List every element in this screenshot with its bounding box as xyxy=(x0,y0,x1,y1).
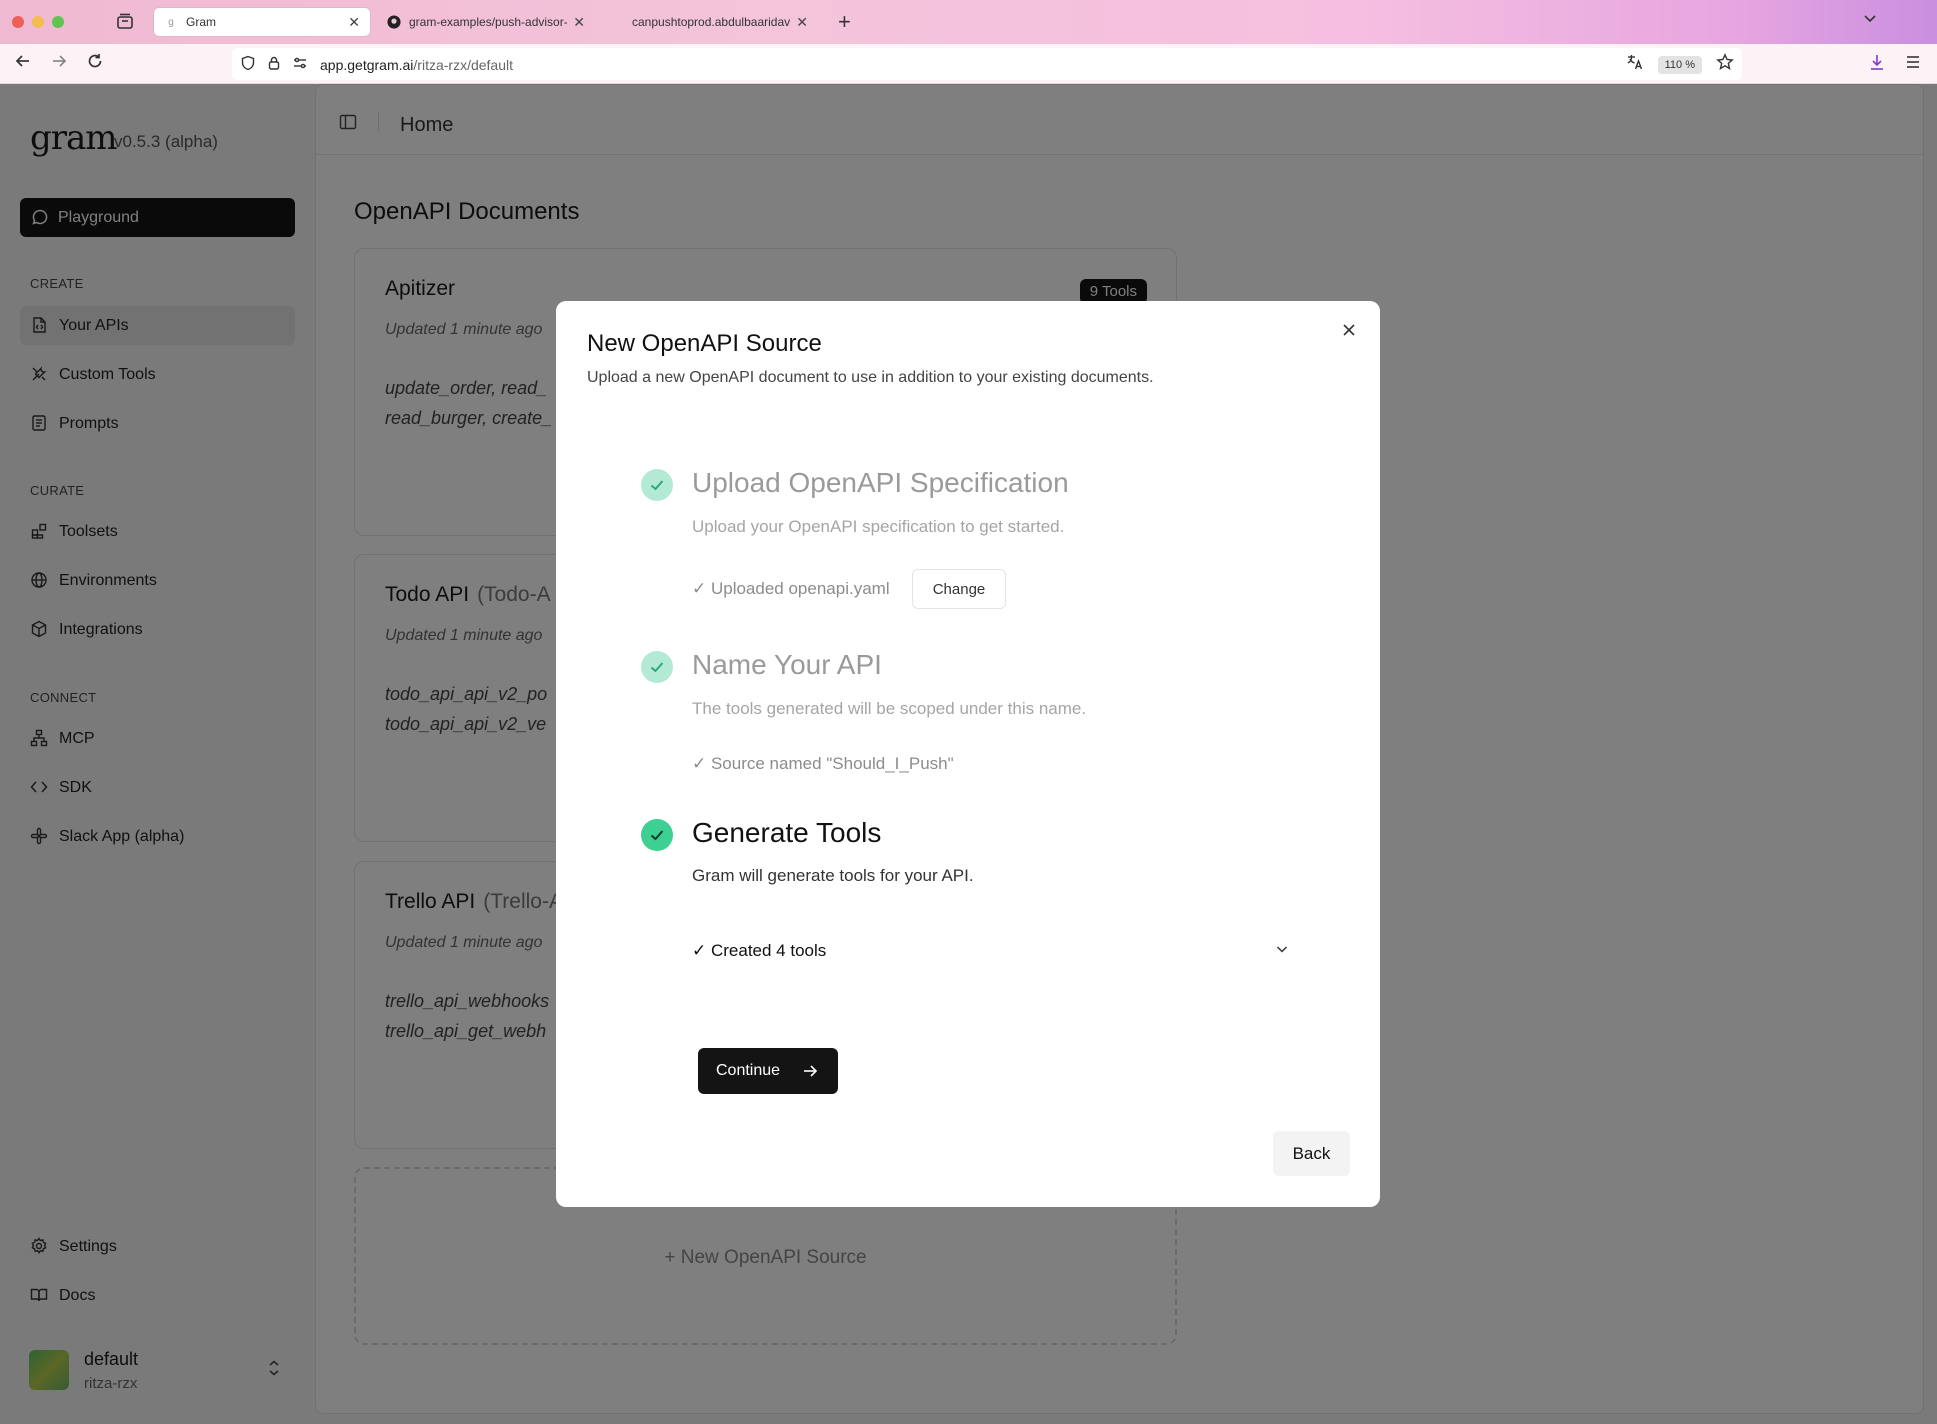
lock-icon[interactable] xyxy=(266,55,282,74)
tab-canpushtoprod[interactable]: canpushtoprod.abdulbaaridavids ✕ xyxy=(600,7,818,37)
github-icon xyxy=(387,15,401,29)
continue-button[interactable]: Continue xyxy=(698,1048,838,1094)
reload-icon[interactable] xyxy=(86,52,104,75)
tab-close-icon[interactable]: ✕ xyxy=(796,14,808,31)
change-file-button[interactable]: Change xyxy=(912,569,1006,609)
site-permissions-icon[interactable] xyxy=(292,55,308,74)
tab-close-icon[interactable]: ✕ xyxy=(573,14,585,31)
step-desc-name: The tools generated will be scoped under… xyxy=(692,699,1087,718)
url-path: /ritza-rzx/default xyxy=(413,57,513,73)
tab-github[interactable]: gram-examples/push-advisor-ai ✕ xyxy=(377,7,595,37)
downloads-icon[interactable] xyxy=(1868,53,1886,76)
tab-title: gram-examples/push-advisor-ai xyxy=(409,15,568,29)
chevron-down-icon[interactable] xyxy=(1274,941,1290,957)
window-close-button[interactable] xyxy=(12,16,24,28)
new-openapi-source-dialog: New OpenAPI Source Upload a new OpenAPI … xyxy=(556,301,1380,1207)
step-desc-generate: Gram will generate tools for your API. xyxy=(692,866,974,885)
blank-favicon-icon xyxy=(610,15,624,29)
back-arrow-icon[interactable] xyxy=(14,52,32,75)
back-button[interactable]: Back xyxy=(1273,1131,1350,1176)
shield-icon[interactable] xyxy=(240,55,256,74)
close-icon[interactable] xyxy=(1340,321,1358,339)
step-result-generate[interactable]: ✓ Created 4 tools xyxy=(692,941,826,961)
continue-label: Continue xyxy=(716,1062,781,1079)
step-complete-check-icon xyxy=(641,469,673,501)
tab-title: canpushtoprod.abdulbaaridavids xyxy=(632,15,791,29)
step-result-name: ✓ Source named "Should_I_Push" xyxy=(692,754,954,773)
step-title-name: Name Your API xyxy=(692,649,882,680)
chevron-down-icon[interactable] xyxy=(1862,10,1878,31)
new-tab-icon[interactable]: + xyxy=(838,9,851,35)
tab-groups-icon[interactable] xyxy=(114,11,136,33)
step-desc-upload: Upload your OpenAPI specification to get… xyxy=(692,517,1065,536)
window-minimize-button[interactable] xyxy=(32,16,44,28)
zoom-level-badge[interactable]: 110 % xyxy=(1657,55,1702,74)
step-title-upload: Upload OpenAPI Specification xyxy=(692,467,1069,498)
dialog-title: New OpenAPI Source xyxy=(587,330,822,357)
tab-gram[interactable]: g Gram ✕ xyxy=(153,7,371,37)
step-complete-check-icon xyxy=(641,651,673,683)
browser-nav-bar: app.getgram.ai/ritza-rzx/default 110 % xyxy=(0,44,1937,84)
bookmark-star-icon[interactable] xyxy=(1716,53,1734,76)
hamburger-menu-icon[interactable] xyxy=(1904,53,1922,76)
tab-title: Gram xyxy=(186,15,216,29)
translate-icon[interactable] xyxy=(1626,53,1644,76)
window-zoom-button[interactable] xyxy=(52,16,64,28)
dialog-description: Upload a new OpenAPI document to use in … xyxy=(587,369,1154,386)
step-complete-check-icon xyxy=(641,819,673,851)
url-text[interactable]: app.getgram.ai/ritza-rzx/default xyxy=(320,57,513,73)
url-host: app.getgram.ai xyxy=(320,57,414,73)
step-title-generate: Generate Tools xyxy=(692,817,882,848)
arrow-right-icon xyxy=(804,1065,818,1077)
gram-favicon-icon: g xyxy=(168,16,174,28)
tab-close-icon[interactable]: ✕ xyxy=(348,14,360,31)
forward-arrow-icon[interactable] xyxy=(50,52,68,75)
url-bar[interactable]: app.getgram.ai/ritza-rzx/default 110 % xyxy=(232,48,1742,80)
browser-tab-bar: g Gram ✕ gram-examples/push-advisor-ai ✕… xyxy=(0,0,1937,44)
step-result-upload: ✓ Uploaded openapi.yaml xyxy=(692,579,890,598)
